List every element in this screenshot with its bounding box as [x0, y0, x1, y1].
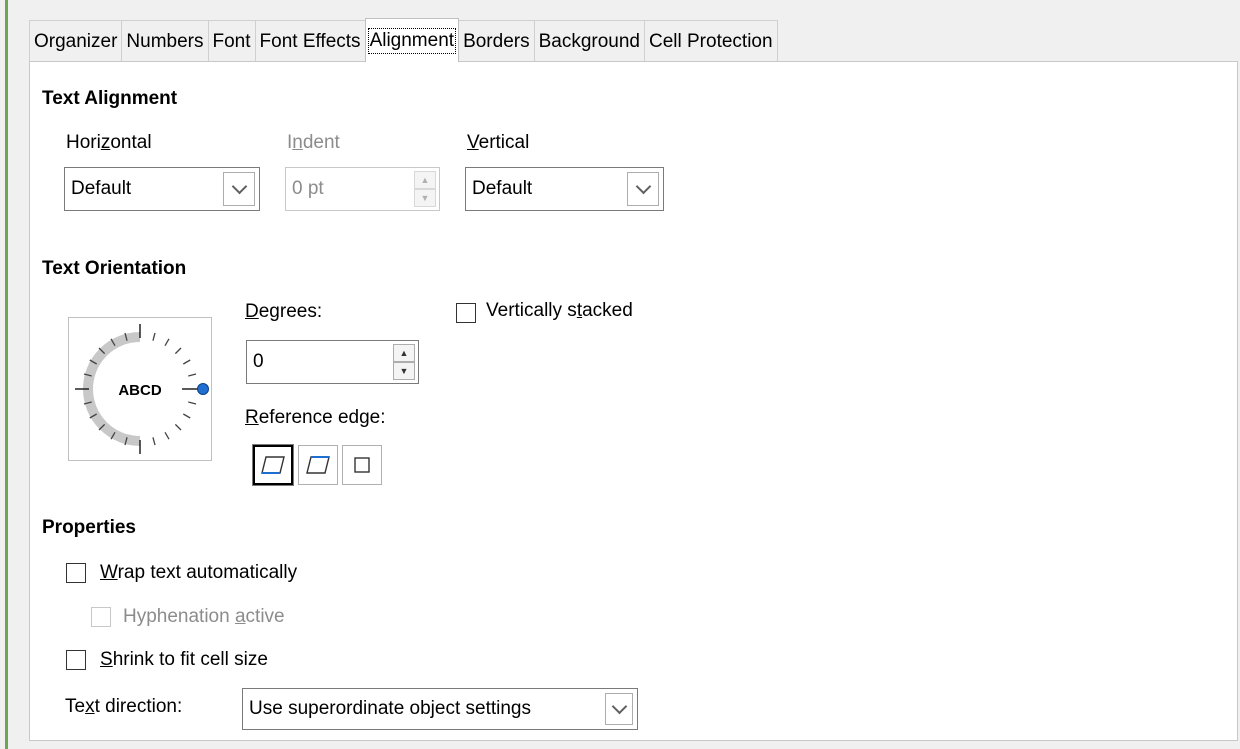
chevron-down-icon[interactable] — [627, 172, 659, 206]
dial-ticks-icon: ABCD — [75, 324, 209, 454]
tab-cell-protection[interactable]: Cell Protection — [644, 20, 778, 62]
spin-down-icon[interactable]: ▼ — [393, 362, 415, 380]
properties-heading: Properties — [42, 517, 136, 538]
tab-label: Cell Protection — [649, 30, 773, 52]
alignment-panel: Text Alignment Horizontal Default Indent… — [29, 61, 1238, 741]
reference-edge-top-button[interactable] — [298, 445, 338, 485]
tab-organizer[interactable]: Organizer — [29, 20, 123, 62]
tab-label: Font — [212, 30, 251, 52]
dial-tick — [188, 401, 197, 405]
indent-value: 0 pt — [292, 178, 324, 199]
window-edge — [0, 0, 8, 749]
spin-down-icon[interactable]: ▼ — [414, 189, 436, 207]
dial-tick — [164, 338, 170, 347]
spin-up-icon[interactable]: ▲ — [393, 344, 415, 362]
tab-label: Font Effects — [259, 30, 361, 52]
spin-up-icon[interactable]: ▲ — [414, 171, 436, 189]
dial-tick — [164, 431, 170, 440]
tab-bar: Organizer Numbers Font Font Effects Alig… — [29, 18, 778, 62]
tab-font-effects[interactable]: Font Effects — [254, 20, 366, 62]
indent-spin-buttons: ▲ ▼ — [414, 171, 436, 207]
tab-label: Numbers — [126, 30, 204, 52]
dial-handle-icon — [197, 383, 209, 395]
indent-label: Indent — [287, 132, 340, 153]
degrees-value: 0 — [253, 351, 264, 372]
reference-edge-bottom-button[interactable] — [252, 444, 294, 486]
tab-borders[interactable]: Borders — [458, 20, 535, 62]
tab-label: Borders — [463, 30, 530, 52]
tab-label: Alignment — [367, 27, 457, 54]
reference-edge-inside-button[interactable] — [342, 445, 382, 485]
tab-numbers[interactable]: Numbers — [121, 20, 209, 62]
indent-spinbox[interactable]: 0 pt ▲ ▼ — [285, 167, 440, 211]
wrap-text-label: Wrap text automatically — [100, 562, 298, 583]
vertical-value: Default — [472, 178, 533, 199]
shrink-to-fit-checkbox[interactable] — [66, 650, 86, 670]
vertical-label: Vertical — [467, 132, 530, 153]
chevron-down-icon[interactable] — [223, 172, 255, 206]
degrees-label: Degrees: — [245, 301, 323, 322]
dial-tick — [182, 413, 191, 419]
accent-line — [5, 0, 8, 749]
degrees-spinbox[interactable]: 0 ▲ ▼ — [246, 340, 419, 384]
text-direction-value: Use superordinate object settings — [249, 698, 531, 719]
dial-sample-text: ABCD — [118, 382, 161, 399]
hyphenation-checkbox[interactable] — [91, 607, 111, 627]
parallelogram-top-icon — [306, 456, 330, 474]
text-direction-label: Text direction: — [65, 696, 183, 717]
tab-background[interactable]: Background — [533, 20, 645, 62]
hyphenation-label: Hyphenation active — [123, 606, 285, 627]
dial-tick — [182, 359, 191, 365]
text-alignment-heading: Text Alignment — [42, 88, 178, 109]
dial-tick — [152, 332, 156, 341]
horizontal-value: Default — [71, 178, 132, 199]
vertically-stacked-label: Vertically stacked — [486, 300, 633, 321]
tab-font[interactable]: Font — [207, 20, 256, 62]
tab-alignment[interactable]: Alignment — [364, 18, 460, 62]
dial-tick — [174, 347, 182, 355]
vertically-stacked-checkbox[interactable] — [456, 303, 476, 323]
shrink-to-fit-label: Shrink to fit cell size — [100, 649, 268, 670]
dial-tick — [188, 373, 197, 377]
dial-tick — [152, 437, 156, 446]
degrees-spin-buttons: ▲ ▼ — [393, 344, 415, 380]
horizontal-dropdown[interactable]: Default — [64, 167, 260, 211]
chevron-down-icon[interactable] — [605, 693, 633, 725]
text-direction-dropdown[interactable]: Use superordinate object settings — [242, 688, 638, 730]
dial-tick — [174, 423, 182, 431]
text-orientation-heading: Text Orientation — [42, 258, 187, 279]
orientation-dial[interactable]: ABCD — [68, 317, 212, 461]
horizontal-label: Horizontal — [66, 132, 152, 153]
tab-label: Background — [538, 30, 640, 52]
square-inside-icon — [354, 457, 370, 473]
reference-edge-label: Reference edge: — [245, 407, 386, 428]
wrap-text-checkbox[interactable] — [66, 563, 86, 583]
vertical-dropdown[interactable]: Default — [465, 167, 664, 211]
parallelogram-bottom-icon — [261, 456, 285, 474]
tab-label: Organizer — [34, 30, 118, 52]
